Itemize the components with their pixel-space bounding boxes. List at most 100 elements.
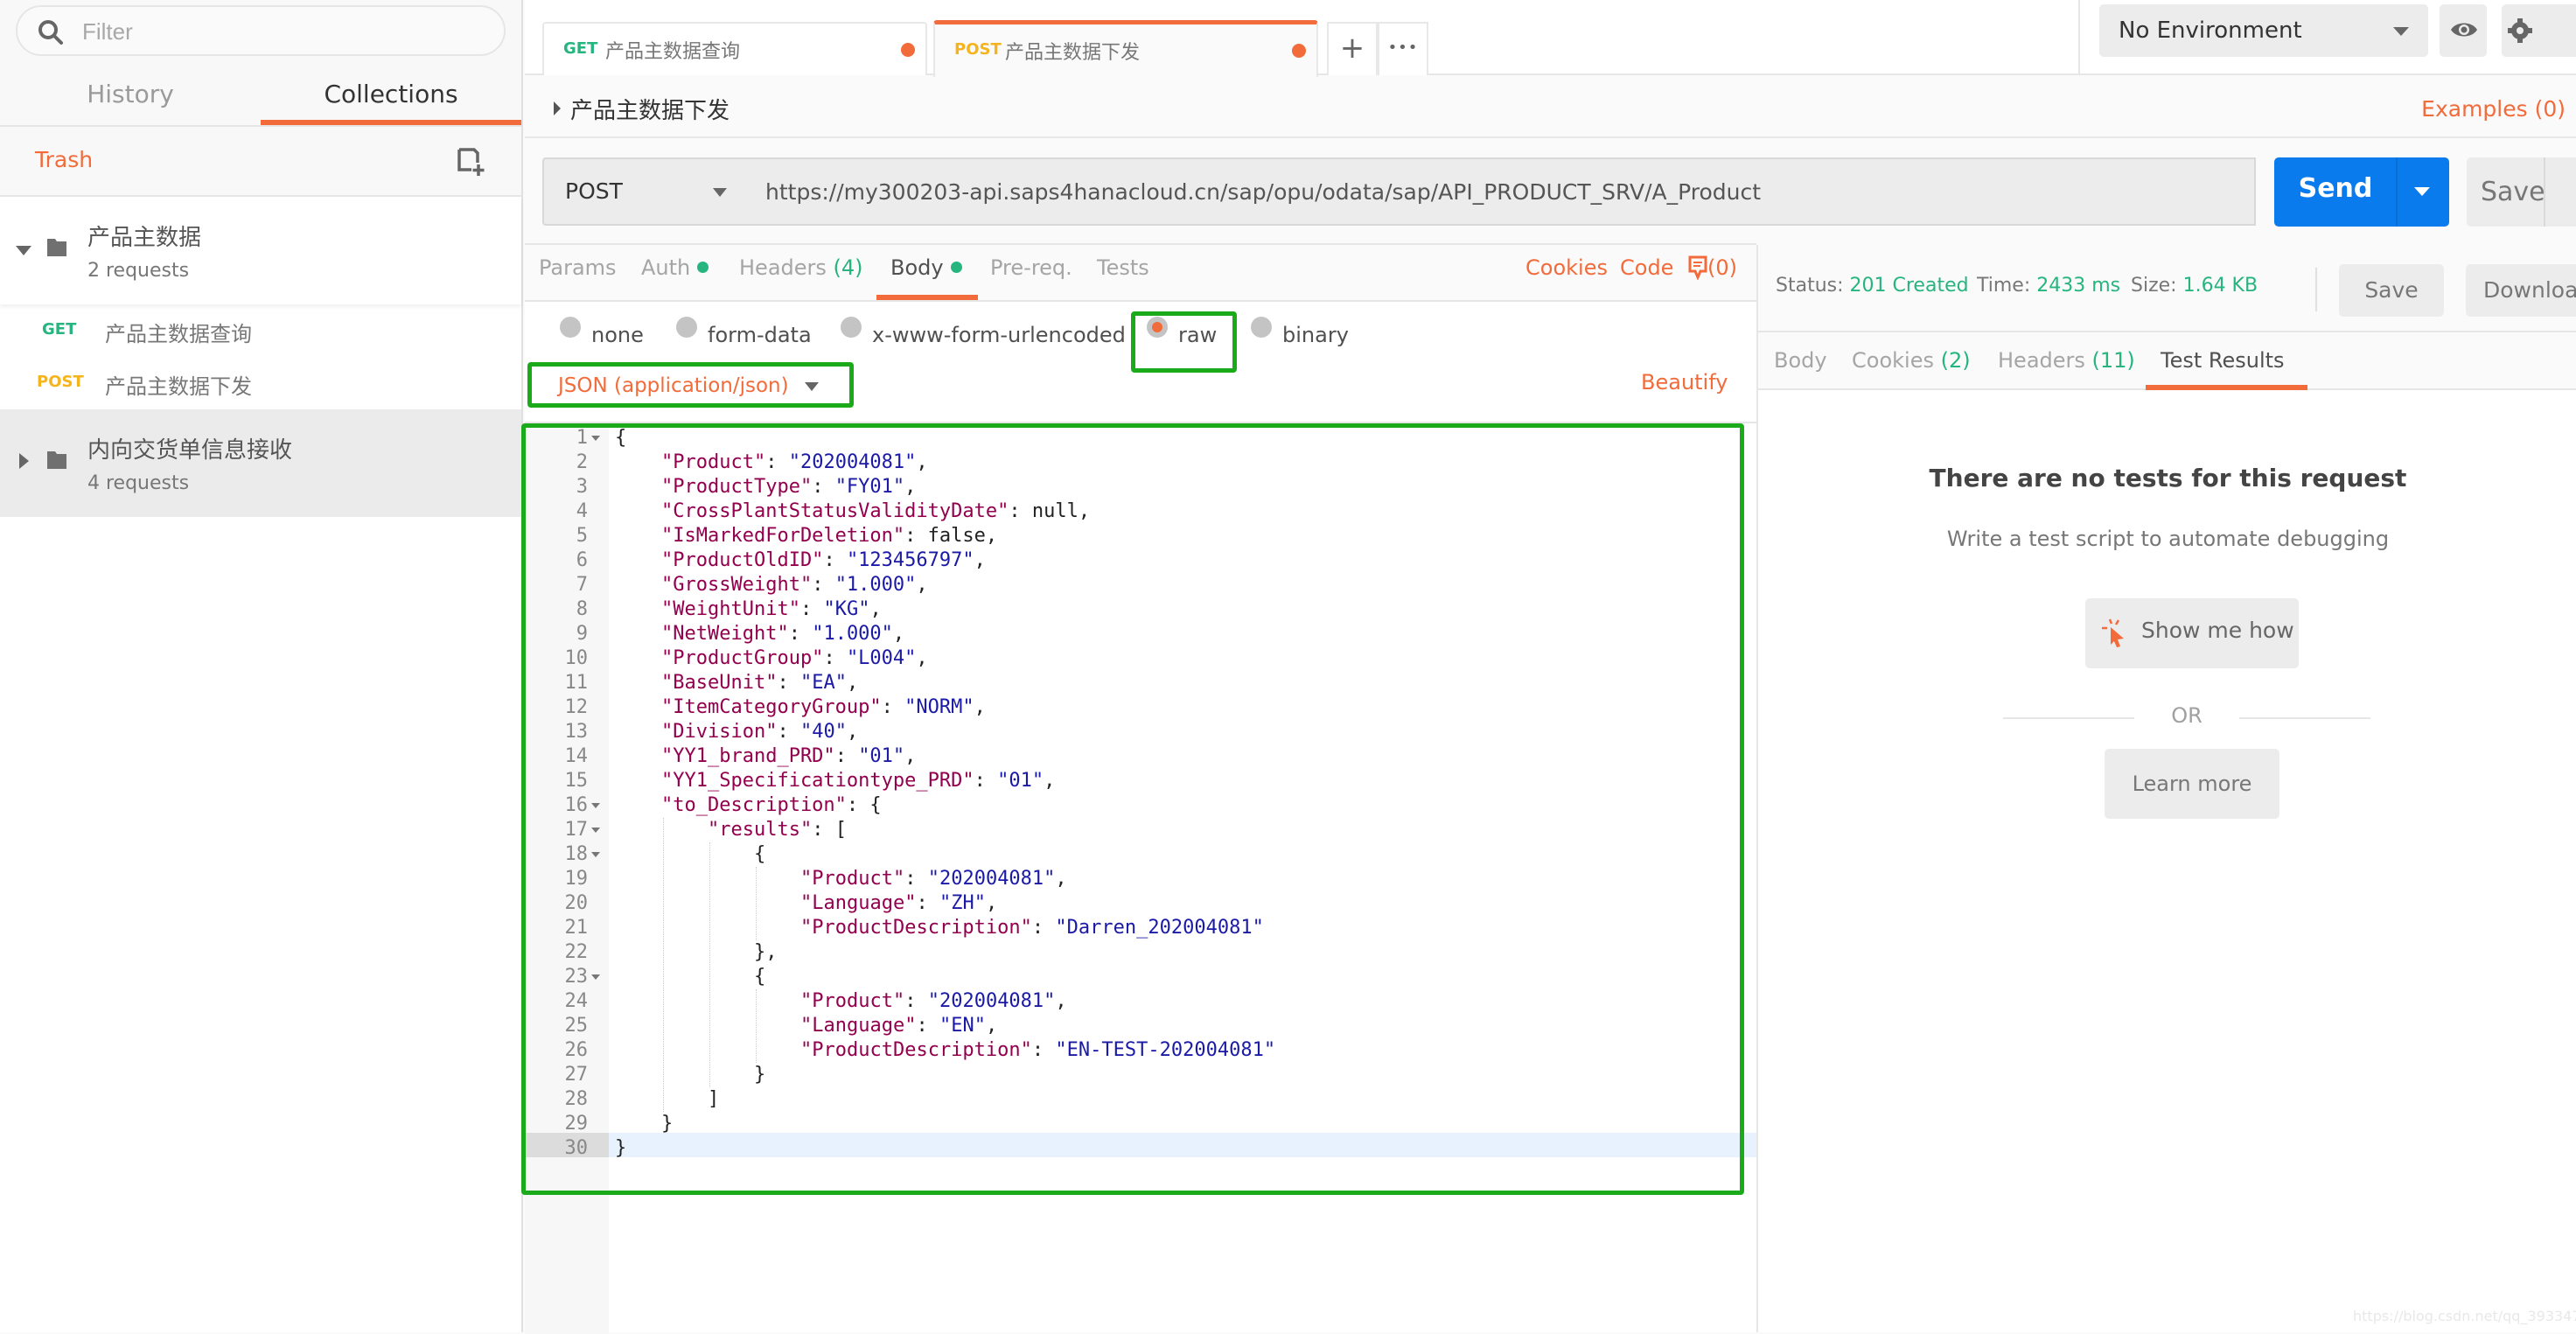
- learn-more-button[interactable]: Learn more: [2105, 749, 2279, 819]
- cookies-link[interactable]: Cookies: [1525, 255, 1608, 280]
- json-key: "results": [708, 819, 813, 841]
- body-mode-none[interactable]: none: [560, 317, 644, 347]
- body-mode-raw[interactable]: raw: [1147, 317, 1217, 347]
- filter-input[interactable]: [82, 14, 485, 49]
- comments-count: (0): [1707, 255, 1737, 280]
- code-line[interactable]: "Product": "202004081",: [800, 867, 1067, 891]
- code-line[interactable]: }: [661, 1112, 673, 1136]
- new-tab-button[interactable]: +: [1327, 22, 1378, 75]
- code-line[interactable]: "ProductDescription": "EN-TEST-202004081…: [800, 1038, 1275, 1063]
- radio-icon[interactable]: [676, 317, 697, 338]
- trash-link[interactable]: Trash: [35, 147, 93, 172]
- radio-icon[interactable]: [1251, 317, 1272, 338]
- tab-response-cookies[interactable]: Cookies (2): [1852, 348, 1971, 373]
- method-select[interactable]: POST: [542, 157, 747, 226]
- sidebar: History Collections Trash 产品主数据 2 reques…: [0, 0, 523, 1332]
- code-line[interactable]: "ProductGroup": "L004",: [661, 646, 928, 671]
- code-line[interactable]: },: [754, 940, 778, 965]
- fold-toggle-icon[interactable]: [591, 852, 600, 857]
- request-title[interactable]: 产品主数据下发: [570, 93, 730, 125]
- watermark: https://blog.csdn.net/qq_39334766: [2353, 1308, 2576, 1324]
- fold-toggle-icon[interactable]: [591, 803, 600, 808]
- url-input[interactable]: [746, 157, 2256, 226]
- radio-selected-icon[interactable]: [1147, 317, 1168, 338]
- download-button[interactable]: Download: [2466, 264, 2576, 317]
- code-line[interactable]: "YY1_Specificationtype_PRD": "01",: [661, 769, 1055, 793]
- examples-link[interactable]: Examples (0): [2421, 96, 2566, 122]
- code-line[interactable]: }: [754, 1063, 765, 1087]
- code-line[interactable]: "Division": "40",: [661, 720, 858, 744]
- code-line[interactable]: "IsMarkedForDeletion": false,: [661, 524, 997, 548]
- beautify-link[interactable]: Beautify: [1641, 370, 1728, 395]
- tab-body[interactable]: Body: [890, 255, 962, 280]
- code-line[interactable]: "Product": "202004081",: [661, 450, 928, 475]
- collection-item[interactable]: 内向交货单信息接收 4 requests: [0, 409, 521, 517]
- code-line[interactable]: ]: [708, 1087, 719, 1112]
- code-line[interactable]: "Language": "ZH",: [800, 891, 997, 916]
- tab-prereq[interactable]: Pre-req.: [990, 255, 1072, 280]
- tab-collections[interactable]: Collections: [261, 70, 521, 125]
- code-line[interactable]: "Language": "EN",: [800, 1014, 997, 1038]
- chevron-right-icon[interactable]: [554, 101, 561, 115]
- fold-toggle-icon[interactable]: [591, 436, 600, 441]
- code-line[interactable]: "to_Description": {: [661, 793, 882, 818]
- code-line[interactable]: "BaseUnit": "EA",: [661, 671, 858, 695]
- code-line[interactable]: {: [754, 842, 765, 867]
- settings-button[interactable]: [2502, 4, 2576, 57]
- more-tabs-button[interactable]: •••: [1378, 22, 1428, 75]
- content-type-select[interactable]: JSON (application/json): [541, 367, 847, 408]
- code-link[interactable]: Code: [1620, 255, 1673, 280]
- code-line[interactable]: "NetWeight": "1.000",: [661, 622, 904, 646]
- body-mode-form-data[interactable]: form-data: [676, 317, 812, 347]
- save-button[interactable]: Save: [2467, 157, 2576, 227]
- chevron-down-icon[interactable]: [16, 246, 31, 255]
- tab-headers[interactable]: Headers (4): [739, 255, 863, 280]
- tab-auth[interactable]: Auth: [641, 255, 709, 280]
- tab-response-body[interactable]: Body: [1774, 348, 1827, 373]
- save-response-button[interactable]: Save: [2339, 264, 2444, 317]
- code-line[interactable]: "CrossPlantStatusValidityDate": null,: [661, 499, 1090, 524]
- code-line[interactable]: "ProductType": "FY01",: [661, 475, 916, 499]
- tab-history[interactable]: History: [0, 70, 261, 125]
- line-number: 5: [576, 525, 588, 547]
- code-line[interactable]: "ProductDescription": "Darren_202004081": [800, 916, 1264, 940]
- comments-link[interactable]: (0): [1688, 255, 1737, 281]
- tab-params[interactable]: Params: [539, 255, 617, 280]
- chevron-right-icon[interactable]: [19, 453, 29, 469]
- request-item[interactable]: GET 产品主数据查询: [0, 304, 521, 357]
- code-line[interactable]: "ItemCategoryGroup": "NORM",: [661, 695, 986, 720]
- chevron-down-icon[interactable]: [2414, 187, 2430, 196]
- radio-icon[interactable]: [560, 317, 581, 338]
- code-line[interactable]: "GrossWeight": "1.000",: [661, 573, 928, 597]
- tab-test-results[interactable]: Test Results: [2161, 348, 2285, 373]
- filter-box[interactable]: [16, 5, 506, 56]
- code-line[interactable]: "YY1_brand_PRD": "01",: [661, 744, 916, 769]
- environment-quick-look-button[interactable]: [2440, 4, 2487, 57]
- request-tab[interactable]: GET 产品主数据查询: [542, 22, 927, 75]
- request-item[interactable]: POST 产品主数据下发: [0, 357, 521, 409]
- code-line[interactable]: }: [615, 1136, 626, 1161]
- fold-toggle-icon[interactable]: [591, 974, 600, 980]
- code-line[interactable]: "results": [: [708, 818, 847, 842]
- code-line[interactable]: "WeightUnit": "KG",: [661, 597, 882, 622]
- line-number: 27: [564, 1064, 589, 1086]
- radio-icon[interactable]: [841, 317, 862, 338]
- code-line[interactable]: {: [615, 426, 626, 450]
- body-code-editor[interactable]: 1 {2 "Product": "202004081", 3 "ProductType"…: [525, 422, 1756, 1334]
- send-button[interactable]: Send: [2274, 157, 2449, 227]
- body-mode-urlencoded[interactable]: x-www-form-urlencoded: [841, 317, 1126, 347]
- show-me-how-button[interactable]: Show me how: [2085, 598, 2299, 668]
- collection-item[interactable]: 产品主数据 2 requests: [0, 197, 521, 304]
- tab-response-headers[interactable]: Headers (11): [1998, 348, 2135, 373]
- new-collection-icon[interactable]: [457, 147, 486, 177]
- code-line[interactable]: "ProductOldID": "123456797",: [661, 548, 986, 573]
- body-mode-binary[interactable]: binary: [1251, 317, 1349, 347]
- json-punctuation: :: [916, 1015, 939, 1037]
- tab-tests[interactable]: Tests: [1097, 255, 1149, 280]
- request-tab-active[interactable]: POST 产品主数据下发: [933, 20, 1318, 77]
- json-punctuation: ,: [1044, 770, 1056, 792]
- code-line[interactable]: "Product": "202004081",: [800, 989, 1067, 1014]
- environment-select[interactable]: No Environment: [2099, 4, 2428, 57]
- code-line[interactable]: {: [754, 965, 765, 989]
- fold-toggle-icon[interactable]: [591, 828, 600, 833]
